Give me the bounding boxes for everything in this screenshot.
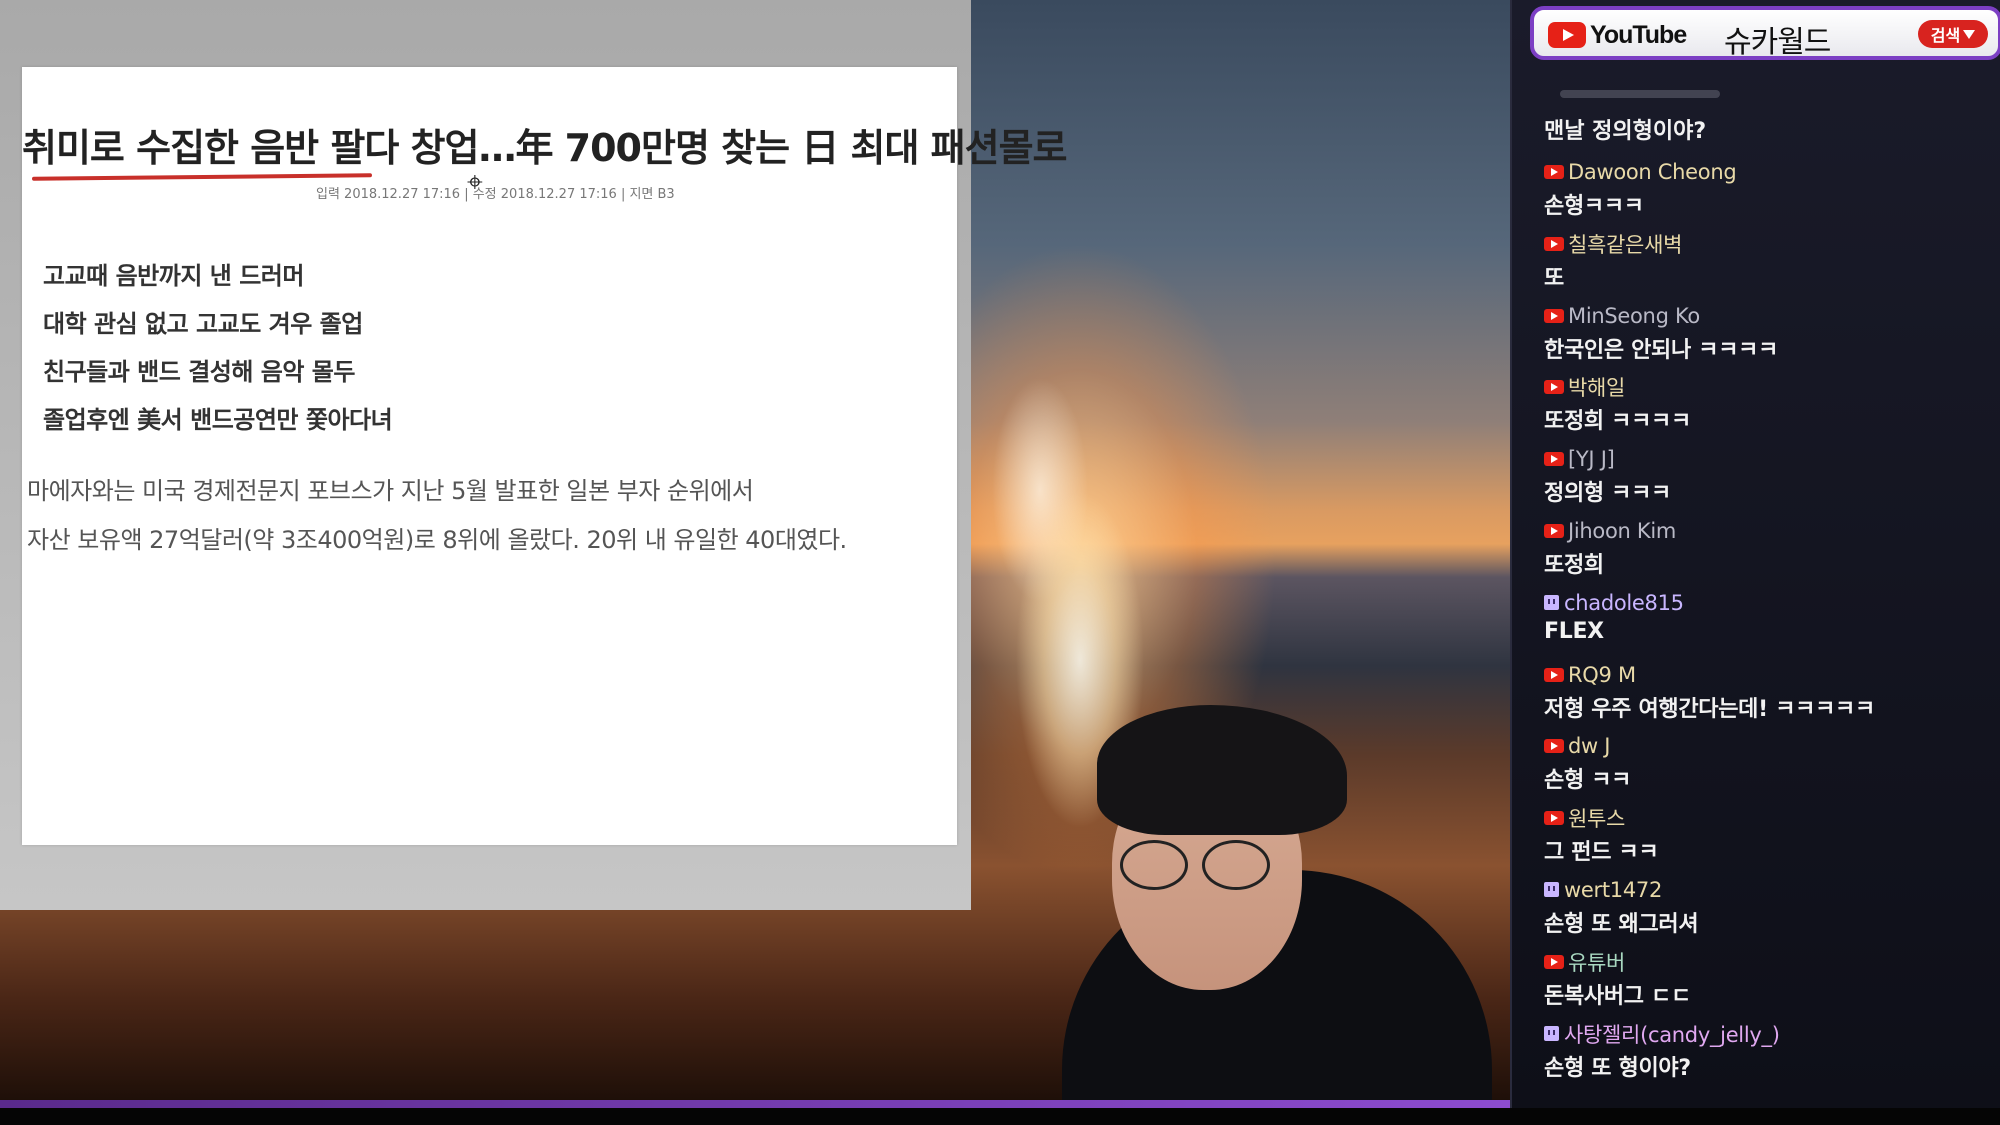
- twitch-icon: [1544, 882, 1559, 898]
- twitch-icon: [1544, 1026, 1559, 1042]
- chat-author-name: MinSeong Ko: [1568, 303, 1700, 328]
- chat-author[interactable]: 유튜버: [1544, 948, 1625, 976]
- chat-message: dw J 손형 ㅋㅋ: [1544, 724, 1994, 796]
- chat-message: 유튜버돈복사버그 ㄷㄷ: [1544, 940, 1994, 1012]
- chat-message-text: 한국인은 안되나 ㅋㅋㅋㅋ: [1544, 337, 1779, 363]
- chat-author-name: Jihoon Kim: [1568, 518, 1677, 543]
- chat-author-name: chadole815: [1564, 590, 1684, 615]
- chat-author[interactable]: 칠흑같은새벽: [1544, 230, 1682, 258]
- chat-message-text: 손형 또 형이야?: [1544, 1055, 1691, 1081]
- chat-author-name: 칠흑같은새벽: [1568, 232, 1683, 257]
- chat-author-name: 박해일: [1568, 376, 1626, 401]
- chat-message: Jihoon Kim 또정희: [1544, 509, 1994, 581]
- search-button-label: 검색: [1930, 26, 1961, 45]
- chat-message: 원투스그 펀드 ㅋㅋ: [1544, 796, 1994, 868]
- subhead-line: 친구들과 밴드 결성해 음악 몰두: [43, 358, 355, 386]
- chat-message-text: 손형ㅋㅋㅋ: [1544, 194, 1644, 219]
- chat-message-text: 그 펀드 ㅋㅋ: [1544, 840, 1659, 866]
- chat-message: wert1472 손형 또 왜그러셔: [1544, 868, 1994, 940]
- chat-message-text: 또정희: [1544, 552, 1604, 578]
- chat-author-name: 원투스: [1568, 807, 1626, 832]
- chat-message-text: 손형 ㅋㅋ: [1544, 768, 1632, 794]
- chat-author-name: Dawoon Cheong: [1568, 160, 1737, 184]
- youtube-icon: [1544, 811, 1564, 826]
- chat-message-text: 또정희 ㅋㅋㅋㅋ: [1544, 409, 1691, 435]
- chat-message: RQ9 M 저형 우주 여행간다는데! ㅋㅋㅋㅋㅋ: [1544, 653, 1994, 725]
- clipped-chat-author: [1560, 90, 1720, 98]
- body-paragraph: 자산 보유액 27억달러(약 3조400억원)로 8위에 올랐다. 20위 내 …: [27, 526, 847, 554]
- channel-name: 슈카월드: [1724, 25, 1831, 60]
- chat-author[interactable]: RQ9 M: [1544, 661, 1636, 689]
- chat-message-text: 저형 우주 여행간다는데! ㅋㅋㅋㅋㅋ: [1544, 696, 1875, 722]
- chat-author[interactable]: 사탕젤리(candy_jelly_): [1544, 1020, 1780, 1048]
- streamer-webcam: [1022, 680, 1510, 1110]
- chat-message: MinSeong Ko 한국인은 안되나 ㅋㅋㅋㅋ: [1544, 294, 1994, 366]
- article-subheads: 고교때 음반까지 낸 드러머 대학 관심 없고 고교도 겨우 졸업 친구들과 밴…: [43, 252, 393, 444]
- youtube-logo-text: YouTube: [1590, 20, 1687, 49]
- chat-author[interactable]: 원투스: [1544, 804, 1625, 832]
- chat-message: Dawoon Cheong 손형ㅋㅋㅋ: [1544, 150, 1994, 222]
- youtube-logo-icon: YouTube: [1548, 20, 1687, 50]
- article-body: 마에자와는 미국 경제전문지 포브스가 지난 5월 발표한 일본 부자 순위에서…: [27, 467, 947, 565]
- subhead-line: 대학 관심 없고 고교도 겨우 졸업: [43, 310, 363, 338]
- chat-author[interactable]: chadole815: [1544, 589, 1684, 617]
- chat-author[interactable]: 박해일: [1544, 373, 1625, 401]
- headline-underline-mark: [31, 173, 373, 181]
- chat-message: 사탕젤리(candy_jelly_) 손형 또 형이야?: [1544, 1012, 1994, 1084]
- youtube-icon: [1544, 667, 1564, 682]
- chat-message-text: 손형 또 왜그러셔: [1544, 911, 1699, 937]
- youtube-icon: [1544, 165, 1564, 179]
- streamer-glasses: [1120, 840, 1270, 890]
- twitch-icon: [1544, 595, 1559, 611]
- chat-message: [YJ J] 정의형 ㅋㅋㅋ: [1544, 437, 1994, 509]
- chat-author-name: RQ9 M: [1568, 662, 1636, 687]
- dropdown-arrow-icon: [1963, 29, 1976, 39]
- chat-author[interactable]: dw J: [1544, 732, 1610, 760]
- chat-header: YouTube 슈카월드 검색: [1530, 6, 2000, 60]
- subhead-line: 고교때 음반까지 낸 드러머: [43, 262, 304, 290]
- chat-message-text: 돈복사버그 ㄷㄷ: [1544, 983, 1691, 1009]
- chat-author-name: dw J: [1568, 734, 1611, 759]
- youtube-icon: [1544, 308, 1564, 323]
- youtube-icon: [1544, 380, 1564, 395]
- chat-author[interactable]: [YJ J]: [1544, 445, 1615, 473]
- article-headline: 취미로 수집한 음반 팔다 창업…年 700만명 찾는 日 최대 패션몰로: [22, 126, 1068, 170]
- article-byline: 입력 2018.12.27 17:16 | 수정 2018.12.27 17:1…: [316, 187, 675, 202]
- subhead-line: 졸업후엔 美서 밴드공연만 쫓아다녀: [43, 406, 393, 434]
- chat-message: chadole815 FLEX: [1544, 581, 1994, 653]
- chat-author[interactable]: MinSeong Ko: [1544, 302, 1700, 330]
- chat-message-text: FLEX: [1544, 618, 1604, 644]
- chat-message-list: Dawoon Cheong 손형ㅋㅋㅋ 칠흑같은새벽 또 MinSeong Ko 한국인은…: [1544, 150, 1994, 1083]
- chat-author-name: wert1472: [1564, 877, 1663, 902]
- search-button[interactable]: 검색: [1918, 20, 1988, 48]
- chat-author[interactable]: Dawoon Cheong: [1544, 158, 1737, 186]
- chat-author[interactable]: wert1472: [1544, 876, 1662, 904]
- chat-message-text: 정의형 ㅋㅋㅋ: [1544, 481, 1671, 507]
- chat-message: 칠흑같은새벽 또: [1544, 222, 1994, 294]
- chat-author-name: 사탕젤리(candy_jelly_): [1564, 1022, 1780, 1047]
- youtube-icon: [1544, 739, 1564, 754]
- chat-message-text: 맨날 정의형이야?: [1544, 119, 1707, 144]
- streamer-hair: [1097, 705, 1347, 835]
- bottom-letterbox: [0, 1108, 2000, 1125]
- overlay-accent-bar: [0, 1100, 1510, 1108]
- live-chat-panel: YouTube 슈카월드 검색 맨날 정의형이야? Dawoon Cheong 손…: [1510, 0, 2000, 1108]
- chat-message: 박해일또정희 ㅋㅋㅋㅋ: [1544, 365, 1994, 437]
- youtube-icon: [1544, 452, 1564, 467]
- news-article: 취미로 수집한 음반 팔다 창업…年 700만명 찾는 日 최대 패션몰로 ⌖ …: [22, 67, 1068, 845]
- youtube-icon: [1544, 954, 1564, 969]
- chat-author-name: [YJ J]: [1568, 447, 1615, 472]
- chat-author[interactable]: Jihoon Kim: [1544, 517, 1676, 545]
- chat-message-text: 또: [1544, 265, 1564, 291]
- youtube-icon: [1544, 236, 1564, 251]
- youtube-icon: [1544, 523, 1564, 538]
- body-paragraph: 마에자와는 미국 경제전문지 포브스가 지난 5월 발표한 일본 부자 순위에서: [27, 477, 754, 505]
- youtube-play-icon: [1548, 22, 1586, 48]
- article-screenshot-frame: 취미로 수집한 음반 팔다 창업…年 700만명 찾는 日 최대 패션몰로 ⌖ …: [0, 0, 1068, 910]
- chat-author-name: 유튜버: [1568, 950, 1626, 975]
